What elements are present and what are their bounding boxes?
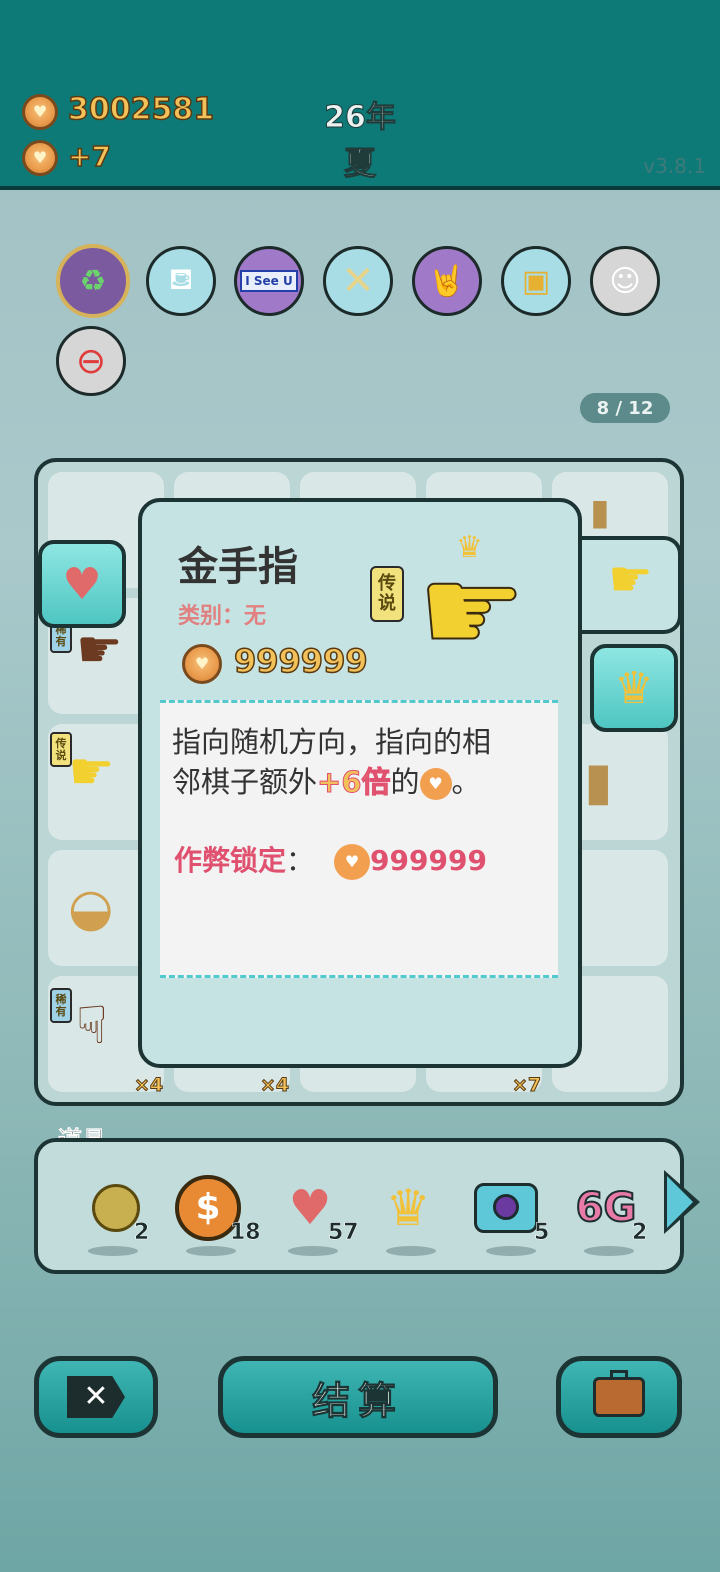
item-shadow <box>288 1246 338 1256</box>
item-shadow <box>186 1246 236 1256</box>
rock-hand-icon[interactable]: 🤘 <box>412 246 482 316</box>
cheat-lock-line: 作弊锁定： ♥ 999999 <box>174 839 487 880</box>
popup-description: 指向随机方向，指向的相 邻棋子额外+6倍的 ♥。 作弊锁定： ♥ 999999 <box>160 700 558 978</box>
popup-price: 999999 <box>233 641 368 681</box>
description-end: 。 <box>451 765 481 799</box>
popup-title: 金手指 <box>178 544 298 590</box>
gravy-boat-icon[interactable]: ⛾ <box>146 246 216 316</box>
item-shadow <box>386 1246 436 1256</box>
crown-tab[interactable]: ♛ <box>590 644 678 732</box>
cheat-lock-label: 作弊锁定 <box>174 844 287 877</box>
cheat-lock-value: 999999 <box>370 844 487 877</box>
description-line2-pre: 邻棋子额外 <box>172 765 318 799</box>
inline-coin-icon: ♥ <box>419 768 452 800</box>
6g-icon: 6G <box>575 1184 638 1232</box>
coins-per-turn: +7 <box>67 139 111 174</box>
item-count: 2 <box>134 1220 150 1246</box>
total-coins: 3002581 <box>67 91 215 128</box>
coin-icon: ♥ <box>22 94 58 130</box>
camera-icon <box>474 1183 538 1233</box>
version-label: v3.8.1 <box>643 154 706 178</box>
item-count: 2 <box>632 1220 648 1246</box>
crown-item[interactable]: ♛ <box>368 1168 448 1248</box>
chevron-right-icon <box>667 1176 693 1228</box>
i-see-u-icon[interactable]: I See U <box>234 246 304 316</box>
i-see-u-label: I See U <box>240 270 298 292</box>
remove-button[interactable]: ✕ <box>34 1356 158 1438</box>
crown-icon: ♛ <box>614 662 654 714</box>
briefcase-icon <box>593 1370 645 1417</box>
items-scroll-right-button[interactable] <box>664 1170 700 1234</box>
description-line1: 指向随机方向，指向的相 <box>172 725 492 759</box>
piece-count: ×4 <box>133 1074 164 1097</box>
crown-small-icon: ♛ <box>456 530 483 565</box>
liver-icon: ♥ <box>288 1180 332 1236</box>
golden-finger-icon: ☛ <box>68 742 115 802</box>
item-count: 57 <box>328 1220 359 1246</box>
popup-ear: ☛ <box>574 536 682 634</box>
ghost-icon[interactable]: ☺ <box>590 246 660 316</box>
piece-count: ×7 <box>511 1074 542 1097</box>
golden-finger-small-icon: ☛ <box>608 550 653 608</box>
recycle-icon[interactable]: ♻ <box>56 244 130 318</box>
rare-tag: 稀有 <box>50 988 72 1024</box>
close-tag-icon: ✕ <box>67 1376 125 1418</box>
description-highlight: +6倍 <box>317 765 391 800</box>
piece-count: ×4 <box>259 1074 290 1097</box>
year-label: 26年 <box>324 100 397 136</box>
item-count: 5 <box>534 1220 550 1246</box>
settle-label: 结算 <box>311 1378 404 1423</box>
popup-rarity-tag: 传说 <box>370 566 404 622</box>
gold-ball-icon <box>92 1184 140 1232</box>
popup-category: 类别：无 <box>178 604 267 629</box>
crown-icon: ♛ <box>385 1179 431 1237</box>
brown-hands-icon: ☟ <box>76 996 108 1056</box>
liver-icon: ♥ <box>62 558 102 610</box>
top-status-bar: ♥ 3002581 ♥ +7 26年 夏 v3.8.1 <box>0 0 720 190</box>
inventory-button[interactable] <box>556 1356 682 1438</box>
chopsticks-icon[interactable]: ✕ <box>323 246 393 316</box>
minus-circle-icon[interactable]: ⊖ <box>56 326 126 396</box>
drink-cup-icon: ▮ <box>584 752 613 812</box>
item-shadow <box>486 1246 536 1256</box>
traffic-light-ghost-icon[interactable]: ▣ <box>501 246 571 316</box>
soup-bowl-icon: ◒ <box>68 878 114 938</box>
description-line2: 邻棋子额外+6倍的 ♥。 <box>172 759 481 801</box>
liver-tab[interactable]: ♥ <box>38 540 126 628</box>
price-coin-icon: ♥ <box>182 644 222 684</box>
coin-income-icon: ♥ <box>22 140 58 176</box>
item-count: 18 <box>230 1220 261 1246</box>
settle-button[interactable]: 结算 <box>218 1356 498 1438</box>
item-shadow <box>88 1246 138 1256</box>
brown-hand-icon: ☛ <box>76 620 123 680</box>
page-counter: 8 / 12 <box>580 393 670 423</box>
drink-cup-icon: ▮ <box>590 492 610 533</box>
item-shadow <box>584 1246 634 1256</box>
season-label: 夏 <box>343 144 376 183</box>
lock-coin-icon: ♥ <box>334 844 371 880</box>
description-line2-post: 的 <box>390 765 420 799</box>
cheat-lock-colon: ： <box>286 844 315 877</box>
